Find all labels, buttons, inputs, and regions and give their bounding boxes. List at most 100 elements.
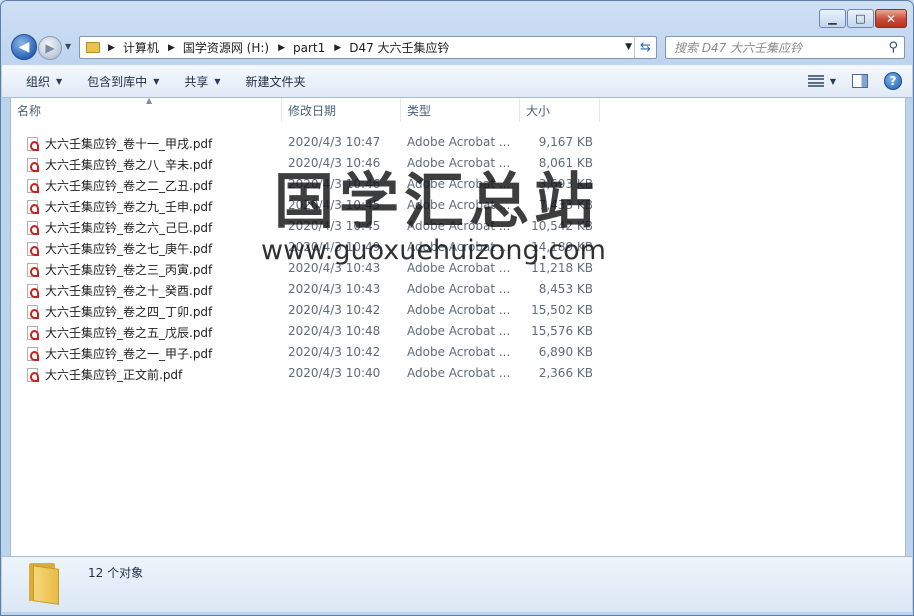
caption-buttons: ▁ □ ✕ [819, 9, 907, 28]
file-name-cell[interactable]: 大六壬集应钤_卷之二_乙丑.pdf [27, 177, 282, 194]
file-date: 2020/4/3 10:40 [288, 366, 381, 380]
file-row[interactable]: 大六壬集应钤_卷之五_戊辰.pdf 2020/4/3 10:48 Adobe Acr… [11, 321, 611, 342]
file-name: 大六壬集应钤_卷之五_戊辰.pdf [45, 326, 213, 340]
file-type: Adobe Acrobat ... [407, 345, 511, 359]
file-type: Adobe Acrobat ... [407, 324, 511, 338]
file-row[interactable]: 大六壬集应钤_正文前.pdf 2020/4/3 10:40 Adobe Acroba… [11, 363, 611, 384]
file-row[interactable]: 大六壬集应钤_卷之十_癸酉.pdf 2020/4/3 10:43 Adobe Acr… [11, 279, 611, 300]
column-name-label: 名称 [17, 103, 42, 118]
file-name-cell[interactable]: 大六壬集应钤_卷之七_庚午.pdf [27, 240, 282, 257]
file-size: 9,167 KB [538, 135, 593, 149]
file-date: 2020/4/3 10:42 [288, 345, 381, 359]
file-type: Adobe Acrobat ... [407, 303, 511, 317]
minimize-button[interactable]: ▁ [819, 9, 846, 28]
pdf-file-icon [27, 304, 39, 319]
item-count: 12 个对象 [88, 566, 144, 580]
pdf-file-icon [27, 367, 39, 382]
close-button[interactable]: ✕ [875, 9, 907, 28]
file-name: 大六壬集应钤_卷之六_己巳.pdf [45, 221, 213, 235]
chevron-down-icon[interactable]: ▼ [830, 77, 836, 86]
sort-ascending-icon: ▲ [146, 98, 153, 105]
file-size: 15,576 KB [531, 324, 593, 338]
file-row[interactable]: 大六壬集应钤_卷十一_甲戌.pdf 2020/4/3 10:47 Adobe Acr… [11, 132, 611, 153]
refresh-icon[interactable]: ⇆ [634, 37, 656, 58]
file-name-cell[interactable]: 大六壬集应钤_卷十一_甲戌.pdf [27, 135, 282, 152]
file-name-cell[interactable]: 大六壬集应钤_卷之九_壬申.pdf [27, 198, 282, 215]
pdf-file-icon [27, 157, 39, 172]
maximize-button[interactable]: □ [847, 9, 874, 28]
file-name-cell[interactable]: 大六壬集应钤_卷之十_癸酉.pdf [27, 282, 282, 299]
column-headers: 名称 ▲ 修改日期 类型 大小 [11, 98, 611, 122]
column-header-name[interactable]: 名称 ▲ [11, 98, 282, 122]
file-row[interactable]: 大六壬集应钤_卷之四_丁卯.pdf 2020/4/3 10:42 Adobe Acr… [11, 300, 611, 321]
file-name: 大六壬集应钤_卷之七_庚午.pdf [45, 242, 213, 256]
pdf-file-icon [27, 178, 39, 193]
file-size: 2,366 KB [538, 366, 593, 380]
share-label: 共享 [184, 75, 209, 89]
forward-button[interactable]: ▶ [38, 36, 62, 60]
view-options-icon[interactable] [807, 74, 824, 88]
file-name: 大六壬集应钤_卷之九_壬申.pdf [45, 200, 213, 214]
file-date: 2020/4/3 10:48 [288, 324, 381, 338]
breadcrumb-drive[interactable]: 国学资源网 (H:) [183, 39, 269, 56]
folder-icon [29, 563, 59, 605]
pdf-file-icon [27, 220, 39, 235]
chevron-right-icon[interactable]: ▶ [278, 43, 285, 53]
column-header-type[interactable]: 类型 [401, 98, 520, 122]
file-size: 15,502 KB [531, 303, 593, 317]
explorer-window: ▁ □ ✕ ◀ ▶ ▼ ▶ 计算机 ▶ 国学资源网 (H:) ▶ part1 ▶… [0, 0, 914, 616]
help-icon[interactable]: ? [884, 72, 902, 90]
pdf-file-icon [27, 136, 39, 151]
column-header-date[interactable]: 修改日期 [282, 98, 401, 122]
chevron-right-icon[interactable]: ▶ [168, 43, 175, 53]
chevron-right-icon[interactable]: ▶ [108, 43, 115, 53]
pdf-file-icon [27, 262, 39, 277]
organize-menu[interactable]: 组织 ▼ [26, 73, 62, 90]
new-folder-button[interactable]: 新建文件夹 [246, 73, 306, 90]
file-name-cell[interactable]: 大六壬集应钤_卷之五_戊辰.pdf [27, 324, 282, 341]
address-bar[interactable]: ▶ 计算机 ▶ 国学资源网 (H:) ▶ part1 ▶ D47 大六壬集应钤 … [79, 36, 657, 59]
column-date-label: 修改日期 [288, 103, 337, 118]
file-name: 大六壬集应钤_卷之四_丁卯.pdf [45, 305, 213, 319]
file-name: 大六壬集应钤_卷之二_乙丑.pdf [45, 179, 213, 193]
chevron-right-icon[interactable]: ▶ [334, 43, 341, 53]
chevron-down-icon: ▼ [153, 77, 160, 86]
search-placeholder: 搜索 D47 大六壬集应钤 [674, 41, 803, 55]
file-name-cell[interactable]: 大六壬集应钤_卷之四_丁卯.pdf [27, 303, 282, 320]
watermark-url: www.guoxuehuizong.com [261, 235, 606, 266]
include-in-library-menu[interactable]: 包含到库中 ▼ [87, 73, 159, 90]
recent-pages-dropdown[interactable]: ▼ [65, 42, 71, 51]
file-name: 大六壬集应钤_卷之八_辛未.pdf [45, 158, 213, 172]
file-size: 6,890 KB [538, 345, 593, 359]
search-icon[interactable]: ⚲ [888, 40, 898, 55]
file-name-cell[interactable]: 大六壬集应钤_卷之三_丙寅.pdf [27, 261, 282, 278]
breadcrumb-current-folder[interactable]: D47 大六壬集应钤 [349, 39, 449, 56]
file-name: 大六壬集应钤_正文前.pdf [45, 368, 183, 382]
search-input[interactable]: 搜索 D47 大六壬集应钤 ⚲ [665, 36, 905, 59]
column-header-size[interactable]: 大小 [520, 98, 600, 122]
file-row[interactable]: 大六壬集应钤_卷之一_甲子.pdf 2020/4/3 10:42 Adobe Acr… [11, 342, 611, 363]
file-date: 2020/4/3 10:42 [288, 303, 381, 317]
file-name-cell[interactable]: 大六壬集应钤_卷之六_己巳.pdf [27, 219, 282, 236]
breadcrumb-computer[interactable]: 计算机 [123, 39, 159, 56]
file-name: 大六壬集应钤_卷十一_甲戌.pdf [45, 137, 213, 151]
pdf-file-icon [27, 283, 39, 298]
chevron-down-icon: ▼ [214, 77, 221, 86]
share-menu[interactable]: 共享 ▼ [184, 73, 220, 90]
organize-label: 组织 [26, 75, 51, 89]
chevron-down-icon: ▼ [56, 77, 63, 86]
address-history-dropdown[interactable]: ▼ [625, 42, 632, 52]
file-type: Adobe Acrobat ... [407, 366, 511, 380]
file-size: 8,453 KB [538, 282, 593, 296]
file-date: 2020/4/3 10:43 [288, 282, 381, 296]
file-name-cell[interactable]: 大六壬集应钤_正文前.pdf [27, 366, 282, 383]
file-name-cell[interactable]: 大六壬集应钤_卷之一_甲子.pdf [27, 345, 282, 362]
breadcrumb-part1[interactable]: part1 [293, 41, 325, 55]
folder-icon [86, 42, 100, 53]
pdf-file-icon [27, 346, 39, 361]
file-name-cell[interactable]: 大六壬集应钤_卷之八_辛未.pdf [27, 156, 282, 173]
back-button[interactable]: ◀ [11, 34, 37, 60]
preview-pane-icon[interactable] [852, 74, 868, 88]
pdf-file-icon [27, 325, 39, 340]
command-toolbar: 组织 ▼ 包含到库中 ▼ 共享 ▼ 新建文件夹 ▼ ? [2, 65, 912, 98]
